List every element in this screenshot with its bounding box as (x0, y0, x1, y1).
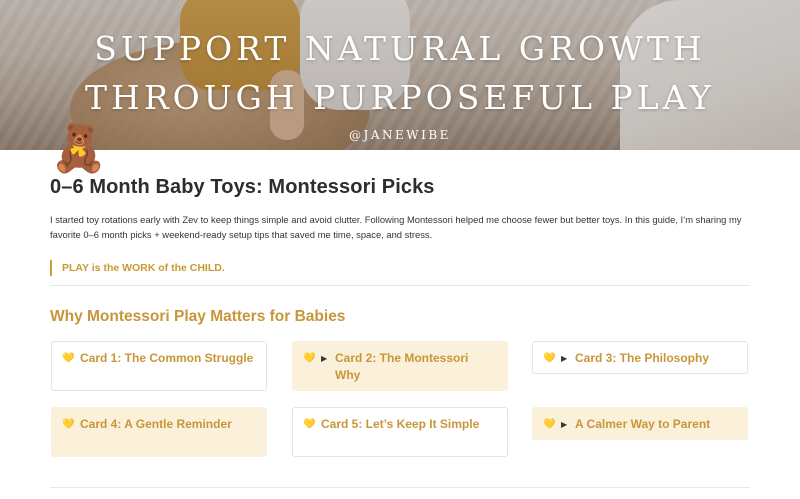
toggle-card-1[interactable]: 💛 Card 1: The Common Struggle (51, 341, 267, 391)
intro-paragraph: I started toy rotations early with Zev t… (50, 212, 750, 242)
card-label: Card 2: The Montessori Why (335, 351, 469, 382)
card-label: Card 3: The Philosophy (575, 351, 710, 365)
divider (50, 285, 750, 286)
yellow-heart-icon: 💛 (543, 419, 556, 430)
card-label: Card 5: Let’s Keep It Simple (321, 417, 480, 431)
toggle-card-4[interactable]: 💛 Card 4: A Gentle Reminder (51, 407, 267, 457)
yellow-heart-icon: 💛 (303, 419, 316, 430)
yellow-heart-icon: 💛 (62, 419, 75, 430)
hero-title-line-1: SUPPORT NATURAL GROWTH (94, 29, 706, 68)
toggle-card-3[interactable]: 💛 ▶ Card 3: The Philosophy (532, 341, 748, 374)
yellow-heart-icon: 💛 (303, 353, 316, 364)
teddy-bear-icon[interactable]: 🧸 (50, 122, 107, 174)
intro-line-1: I started toy rotations early with Zev t… (50, 214, 742, 225)
page-title: 0–6 Month Baby Toys: Montessori Picks (50, 176, 435, 198)
toggle-arrow-icon[interactable]: ▶ (561, 416, 575, 433)
callout-quote: PLAY is the WORK of the CHILD. (50, 260, 225, 276)
yellow-heart-icon: 💛 (62, 353, 75, 364)
toggle-arrow-icon[interactable]: ▶ (321, 350, 335, 367)
intro-line-2: favorite 0–6 month picks + weekend-ready… (50, 229, 433, 240)
yellow-heart-icon: 💛 (543, 353, 556, 364)
toggle-card-2[interactable]: 💛 ▶ Card 2: The Montessori Why (292, 341, 508, 391)
card-label: Card 4: A Gentle Reminder (80, 417, 232, 431)
section-heading: Why Montessori Play Matters for Babies (50, 308, 346, 325)
card-label: Card 1: The Common Struggle (80, 351, 254, 365)
toggle-arrow-icon[interactable]: ▶ (561, 350, 575, 367)
divider (50, 487, 750, 488)
card-label: A Calmer Way to Parent (575, 417, 711, 431)
hero-banner: SUPPORT NATURAL GROWTH THROUGH PURPOSEFU… (0, 0, 800, 150)
hero-handle: @JANEWIBE (349, 128, 451, 142)
toggle-card-5[interactable]: 💛 Card 5: Let’s Keep It Simple (292, 407, 508, 457)
toggle-card-6[interactable]: 💛 ▶ A Calmer Way to Parent (532, 407, 748, 440)
hero-title-line-2: THROUGH PURPOSEFUL PLAY (85, 78, 715, 117)
